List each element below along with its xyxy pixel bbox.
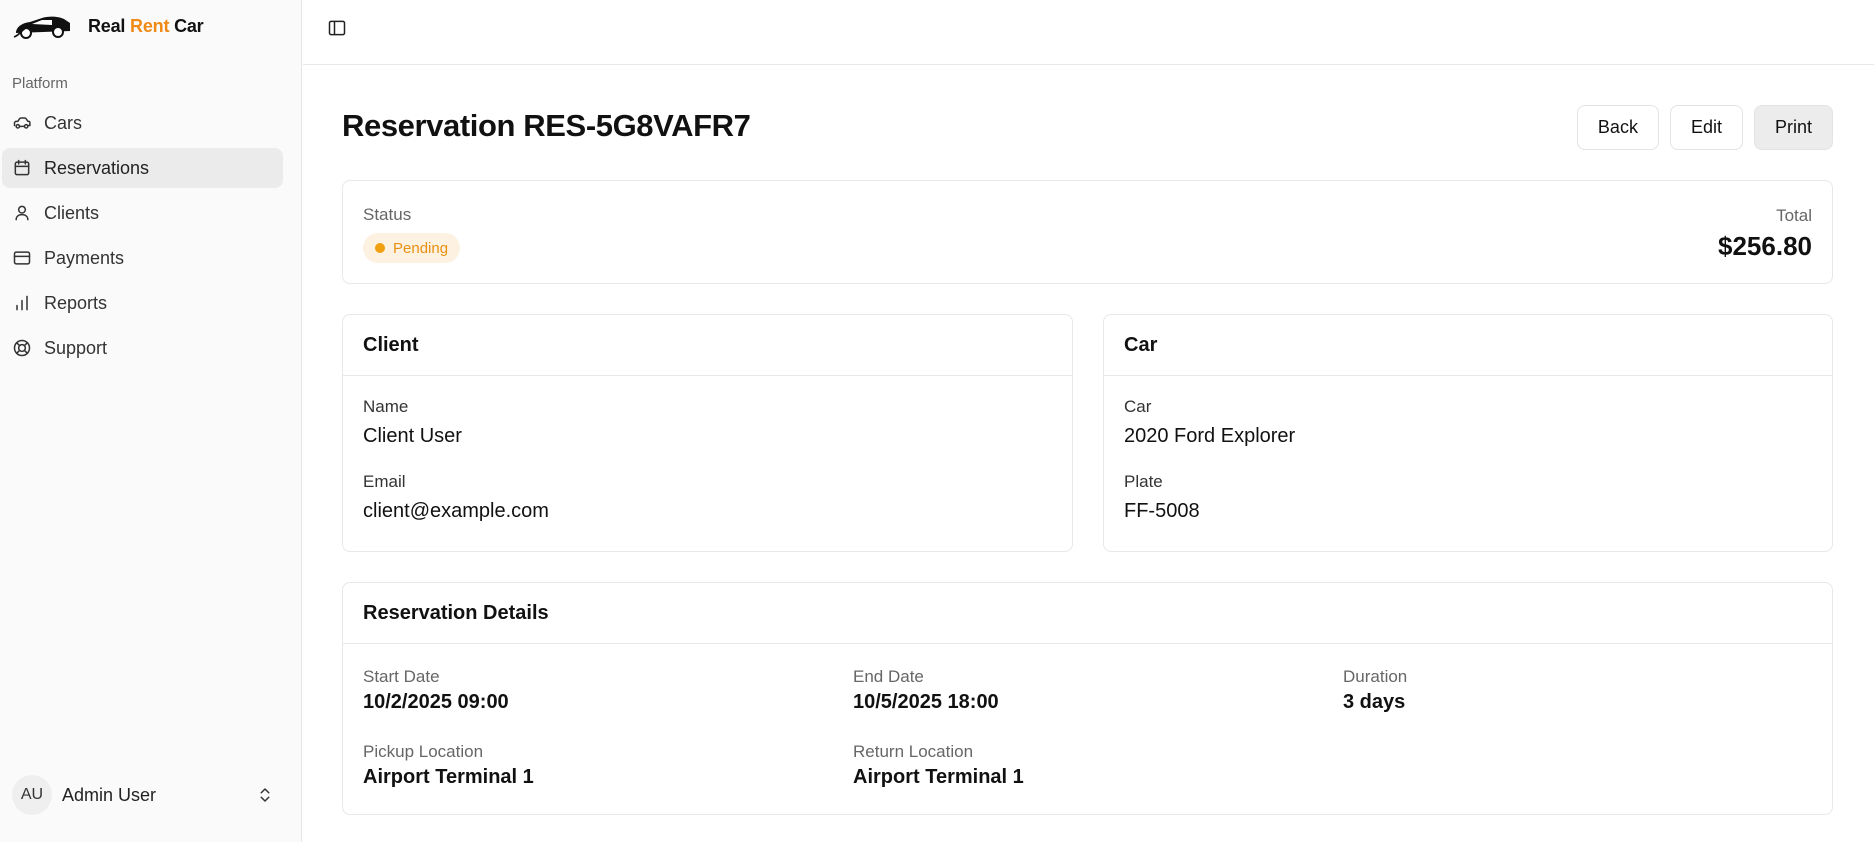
pickup-location-value: Airport Terminal 1 xyxy=(363,766,534,788)
sidebar-item-clients[interactable]: Clients xyxy=(2,193,283,233)
client-name-field: Name Client User xyxy=(363,397,462,448)
user-menu[interactable]: AU Admin User xyxy=(12,775,282,815)
return-location-field: Return Location Airport Terminal 1 xyxy=(853,742,1024,789)
page-title: Reservation RES-5G8VAFR7 xyxy=(342,108,751,143)
client-email-field: Email client@example.com xyxy=(363,472,549,523)
status-card: Status Pending Total $256.80 xyxy=(342,180,1833,284)
start-date-field: Start Date 10/2/2025 09:00 xyxy=(363,667,509,714)
sidebar-item-reports[interactable]: Reports xyxy=(2,283,283,323)
sidebar-item-support[interactable]: Support xyxy=(2,328,283,368)
brand[interactable]: Real Rent Car xyxy=(12,12,204,40)
status-badge: Pending xyxy=(363,233,461,263)
car-plate-value: FF-5008 xyxy=(1124,500,1200,522)
end-date-field: End Date 10/5/2025 18:00 xyxy=(853,667,999,714)
brand-name-part1: Real xyxy=(88,15,126,36)
bar-chart-icon xyxy=(16,295,28,311)
client-name-label: Name xyxy=(363,397,409,416)
pickup-location-label: Pickup Location xyxy=(363,742,484,761)
user-name: Admin User xyxy=(62,784,157,805)
duration-value: 3 days xyxy=(1343,691,1406,713)
duration-label: Duration xyxy=(1343,667,1408,686)
car-card: Car Car 2020 Ford Explorer Plate FF-5008 xyxy=(1103,314,1833,552)
end-date-label: End Date xyxy=(853,667,924,686)
pickup-location-field: Pickup Location Airport Terminal 1 xyxy=(363,742,534,789)
car-plate-field: Plate FF-5008 xyxy=(1124,472,1200,523)
sidebar-item-cars[interactable]: Cars xyxy=(2,103,283,143)
total-value: $256.80 xyxy=(1718,231,1812,261)
status-value: Pending xyxy=(393,239,449,257)
total-label: Total xyxy=(1776,206,1812,225)
edit-button[interactable]: Edit xyxy=(1669,105,1743,150)
start-date-label: Start Date xyxy=(363,667,440,686)
sidebar-toggle-button[interactable] xyxy=(322,13,352,43)
brand-name-part2: Rent xyxy=(130,15,170,36)
status-dot xyxy=(375,243,385,253)
back-button[interactable]: Back xyxy=(1576,105,1659,150)
sidebar-section-label: Platform xyxy=(12,75,68,92)
user-icon xyxy=(15,205,29,221)
client-email-value: client@example.com xyxy=(363,500,549,522)
status-label: Status xyxy=(363,205,412,224)
reservation-details-card: Reservation Details Start Date 10/2/2025… xyxy=(342,582,1833,815)
client-name-value: Client User xyxy=(363,425,462,447)
print-button[interactable]: Print xyxy=(1753,105,1833,150)
page-actions: Back Edit Print xyxy=(1576,105,1833,150)
return-location-value: Airport Terminal 1 xyxy=(853,766,1024,788)
sidebar-item-label: Cars xyxy=(44,112,83,133)
car-logo-icon xyxy=(13,16,70,39)
sidebar: Real Rent Car Platform Cars Reservations… xyxy=(0,0,302,842)
client-email-label: Email xyxy=(363,472,406,491)
return-location-label: Return Location xyxy=(853,742,974,761)
car-icon xyxy=(13,117,31,129)
client-card: Client Name Client User Email client@exa… xyxy=(342,314,1073,552)
start-date-value: 10/2/2025 09:00 xyxy=(363,691,509,713)
sidebar-item-label: Support xyxy=(44,337,108,358)
chevron-up-down-icon xyxy=(260,788,270,802)
end-date-value: 10/5/2025 18:00 xyxy=(853,691,999,713)
sidebar-item-label: Reports xyxy=(44,292,108,313)
brand-name-part3: Car xyxy=(174,15,204,36)
topbar xyxy=(303,0,1874,65)
calendar-icon xyxy=(14,159,30,176)
brand-name: Real Rent Car xyxy=(88,15,204,37)
sidebar-item-label: Clients xyxy=(44,202,100,223)
car-card-title: Car xyxy=(1104,315,1832,376)
sidebar-item-label: Payments xyxy=(44,247,125,268)
client-card-title: Client xyxy=(343,315,1072,376)
car-model-field: Car 2020 Ford Explorer xyxy=(1124,397,1295,448)
sidebar-item-payments[interactable]: Payments xyxy=(2,238,283,278)
car-model-label: Car xyxy=(1124,397,1152,416)
sidebar-item-label: Reservations xyxy=(44,157,150,178)
car-plate-label: Plate xyxy=(1124,472,1163,491)
life-buoy-icon xyxy=(13,339,31,357)
duration-field: Duration 3 days xyxy=(1343,667,1407,714)
car-model-value: 2020 Ford Explorer xyxy=(1124,425,1296,447)
credit-card-icon xyxy=(13,251,31,265)
avatar: AU xyxy=(12,775,52,815)
panel-left-icon xyxy=(328,20,346,36)
reservation-details-title: Reservation Details xyxy=(343,583,1832,644)
sidebar-nav: Cars Reservations Clients Payments Repor… xyxy=(2,113,283,373)
sidebar-item-reservations[interactable]: Reservations xyxy=(2,148,283,188)
